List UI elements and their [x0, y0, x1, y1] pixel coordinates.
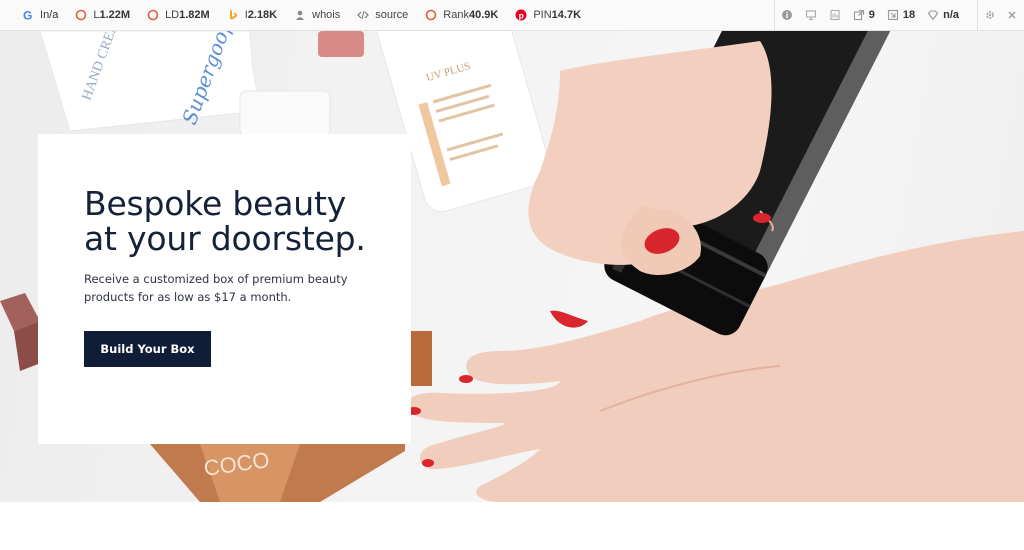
seo-value: 1.22M — [99, 9, 131, 21]
hero-section: HAND CREAM Supergoop! UV PLUS COCO Bespo… — [0, 31, 1024, 502]
seo-close[interactable] — [1006, 0, 1018, 30]
build-your-box-button[interactable]: Build Your Box — [84, 331, 211, 367]
seo-value: n/a — [43, 9, 59, 21]
hero-title: Bespoke beauty at your doorstep. — [84, 184, 366, 258]
google-icon: G — [22, 9, 34, 21]
seo-value: 40.9K — [468, 9, 499, 21]
gear-icon — [984, 9, 996, 21]
internal-link-icon — [887, 9, 899, 21]
link-circle-icon — [147, 9, 159, 21]
seo-toolbar-right: 9 18 n/a — [768, 0, 1024, 31]
seo-label: source — [375, 9, 409, 21]
seo-external-links[interactable]: 9 — [853, 0, 875, 30]
seo-source[interactable]: source — [357, 0, 408, 30]
lip-jar-image — [308, 31, 374, 73]
seo-value: 1.82M — [179, 9, 210, 21]
seo-value: 14.7K — [551, 9, 582, 21]
seo-label: Rank — [443, 9, 469, 21]
seo-label: LD — [165, 9, 180, 21]
diamond-icon — [927, 9, 939, 21]
seo-monitor[interactable] — [805, 0, 817, 30]
user-icon — [294, 9, 306, 21]
close-icon — [1006, 9, 1018, 21]
pinterest-icon: p — [515, 9, 527, 21]
seo-info[interactable] — [781, 0, 793, 30]
seo-bing-index[interactable]: I 2.18K — [227, 0, 277, 30]
seo-value: 18 — [902, 9, 916, 21]
svg-text:G: G — [23, 9, 32, 21]
seo-value: 2.18K — [247, 9, 278, 21]
rank-circle-icon — [425, 9, 437, 21]
code-icon — [357, 9, 370, 21]
external-link-icon — [853, 9, 865, 21]
seo-pinterest[interactable]: p PIN 14.7K — [515, 0, 581, 30]
seo-label: PIN — [533, 9, 552, 21]
compact-image — [239, 90, 331, 137]
seo-diamond[interactable]: n/a — [927, 0, 959, 30]
hero-card: Bespoke beauty at your doorstep. Receive… — [38, 134, 411, 444]
seo-google-index[interactable]: G I n/a — [22, 0, 58, 30]
seo-settings[interactable] — [984, 0, 996, 30]
monitor-icon — [805, 9, 817, 21]
link-circle-icon — [75, 9, 87, 21]
seo-value: 9 — [868, 9, 875, 21]
seo-toolbar: G I n/a L 1.22M LD 1.82M I 2.18K whois s… — [0, 0, 1024, 31]
toolbar-divider — [773, 0, 775, 31]
seo-links[interactable]: L 1.22M — [75, 0, 130, 30]
info-icon — [781, 9, 793, 21]
seo-label: whois — [312, 9, 341, 21]
seo-linking-domains[interactable]: LD 1.82M — [147, 0, 210, 30]
page-icon — [829, 9, 841, 21]
hand-cream-tube-image: HAND CREAM Supergoop! — [39, 31, 261, 132]
seo-page[interactable] — [829, 0, 841, 30]
seo-rank[interactable]: Rank 40.9K — [425, 0, 498, 30]
toolbar-divider — [977, 0, 978, 31]
svg-text:p: p — [519, 10, 524, 20]
bing-icon — [227, 9, 239, 21]
hero-subtitle: Receive a customized box of premium beau… — [84, 272, 348, 304]
seo-value: n/a — [943, 9, 959, 21]
seo-internal-links[interactable]: 18 — [887, 0, 915, 30]
bronzer-tube-image: COCO — [150, 444, 405, 502]
seo-metrics: G I n/a L 1.22M LD 1.82M I 2.18K whois s… — [0, 0, 598, 30]
seo-whois[interactable]: whois — [294, 0, 340, 30]
